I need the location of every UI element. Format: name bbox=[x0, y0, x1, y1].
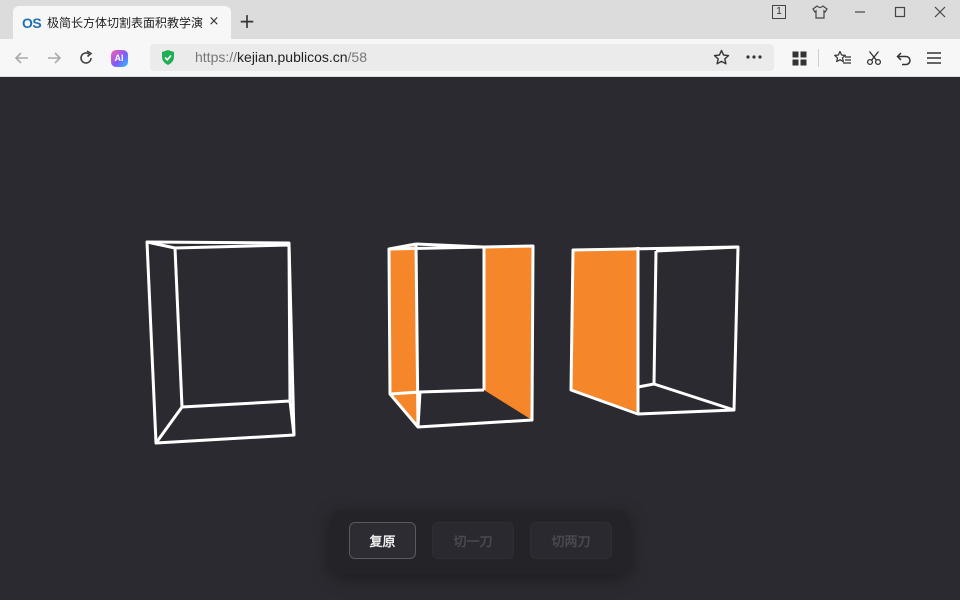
cuboid-cut-twice bbox=[569, 245, 740, 416]
url-path: /58 bbox=[347, 49, 368, 65]
undo-close-button[interactable] bbox=[893, 47, 915, 69]
reload-button[interactable] bbox=[75, 47, 97, 69]
maximize-icon bbox=[894, 6, 906, 18]
reload-icon bbox=[80, 50, 93, 64]
site-favicon-icon: OS bbox=[22, 14, 42, 31]
highlighted-face-right bbox=[484, 246, 533, 420]
page-menu-button[interactable] bbox=[743, 46, 765, 68]
back-button[interactable] bbox=[11, 47, 33, 69]
address-bar[interactable]: https://kejian.publicos.cn/58 bbox=[150, 44, 774, 71]
toolbar-divider bbox=[818, 49, 819, 67]
screenshot-button[interactable] bbox=[863, 47, 885, 69]
grid-icon bbox=[792, 51, 806, 65]
bookmark-star-button[interactable] bbox=[710, 46, 732, 68]
apps-button[interactable] bbox=[788, 47, 810, 69]
maximize-button[interactable] bbox=[880, 2, 920, 22]
highlighted-face-front bbox=[571, 247, 638, 412]
scissors-icon bbox=[866, 51, 882, 66]
main-menu-button[interactable] bbox=[923, 47, 945, 69]
undo-icon bbox=[896, 52, 911, 66]
cut-one-button[interactable]: 切一刀 bbox=[432, 522, 514, 559]
tab-title: 极简长方体切割表面积教学演 bbox=[47, 16, 204, 30]
new-tab-button[interactable]: + bbox=[237, 11, 257, 31]
minimize-icon bbox=[855, 11, 865, 13]
favorites-button[interactable] bbox=[832, 47, 854, 69]
tab-count-icon: 1 bbox=[772, 5, 786, 19]
hamburger-menu-icon bbox=[927, 52, 941, 64]
skin-button[interactable] bbox=[800, 2, 840, 22]
cut-two-button[interactable]: 切两刀 bbox=[530, 522, 612, 559]
cuboid-wireframe-whole bbox=[145, 240, 296, 445]
close-window-button[interactable] bbox=[920, 2, 960, 22]
browser-toolbar: AI https://kejian.publicos.cn/58 bbox=[0, 39, 960, 77]
url-text[interactable]: https://kejian.publicos.cn/58 bbox=[195, 49, 367, 65]
browser-tab-active[interactable]: OS 极简长方体切割表面积教学演 × bbox=[13, 6, 231, 39]
url-scheme: https:// bbox=[195, 49, 238, 65]
ai-assistant-button[interactable]: AI bbox=[108, 47, 130, 69]
forward-button[interactable] bbox=[43, 47, 65, 69]
control-panel: 复原 切一刀 切两刀 bbox=[330, 510, 630, 574]
secure-shield-icon bbox=[162, 50, 174, 65]
more-dots-icon bbox=[746, 55, 762, 59]
minimize-button[interactable] bbox=[840, 2, 880, 22]
tab-count-button[interactable]: 1 bbox=[759, 2, 799, 22]
arrow-left-icon bbox=[14, 52, 28, 64]
favorites-list-icon bbox=[834, 50, 851, 64]
cuboid-cut-once bbox=[387, 242, 535, 429]
arrow-right-icon bbox=[48, 52, 62, 64]
reset-button[interactable]: 复原 bbox=[349, 522, 416, 559]
tab-close-button[interactable]: × bbox=[206, 14, 222, 30]
tab-strip: OS 极简长方体切割表面积教学演 × + 1 bbox=[0, 0, 960, 39]
url-host: kejian.publicos.cn bbox=[237, 49, 348, 65]
shirt-icon bbox=[812, 5, 828, 19]
star-icon bbox=[713, 49, 729, 64]
ai-icon: AI bbox=[110, 49, 128, 67]
close-icon bbox=[934, 6, 946, 18]
